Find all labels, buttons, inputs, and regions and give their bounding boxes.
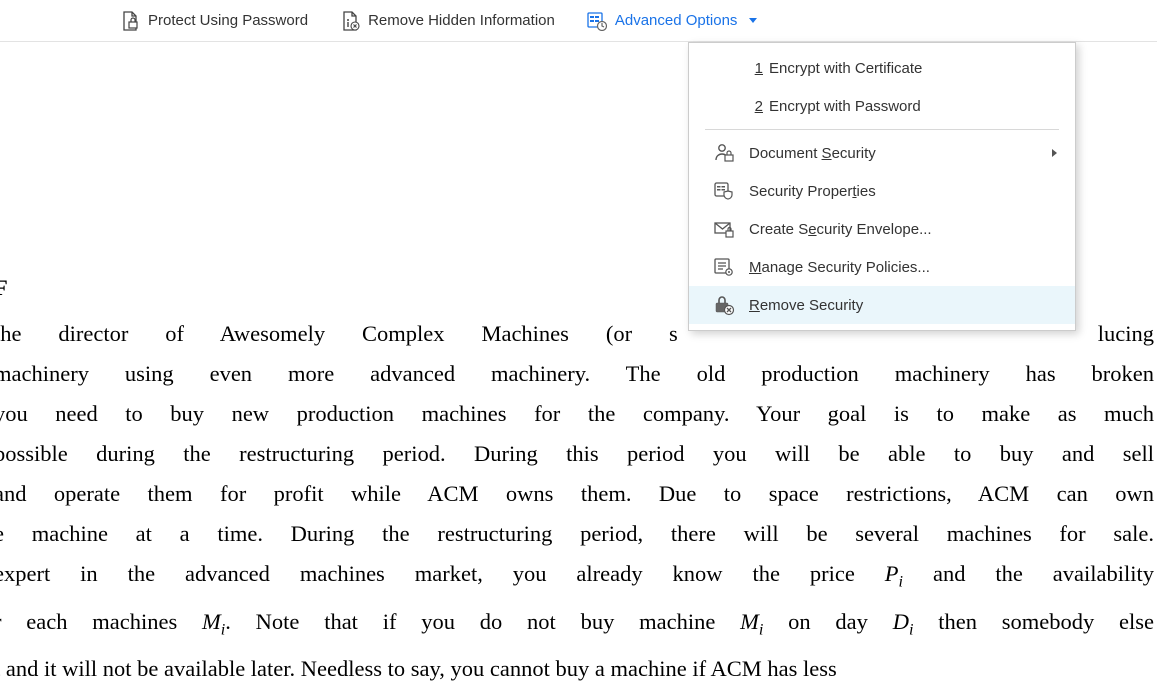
caret-down-icon (749, 18, 757, 23)
menu-label: Encrypt with Certificate (769, 60, 922, 77)
properties-shield-icon (711, 180, 737, 202)
protect-password-button[interactable]: Protect Using Password (120, 11, 308, 31)
menu-label: Encrypt with Password (769, 98, 921, 115)
menu-remove-security[interactable]: Remove Security (689, 286, 1075, 324)
menu-label: Document Security (749, 145, 876, 162)
menu-manage-security-policies[interactable]: Manage Security Policies... (689, 248, 1075, 286)
doc-line: and operate them for profit while ACM ow… (0, 474, 1154, 514)
menu-label: Manage Security Policies... (749, 259, 930, 276)
advanced-options-menu: 1 Encrypt with Certificate 2 Encrypt wit… (688, 42, 1076, 331)
submenu-arrow-icon (1052, 149, 1057, 157)
doc-line: you need to buy new production machines … (0, 394, 1154, 434)
advanced-options-icon (587, 11, 607, 31)
doc-line: t and it will not be available later. Ne… (0, 649, 1154, 689)
menu-separator (705, 129, 1059, 130)
menu-label: Security Properties (749, 183, 876, 200)
menu-encrypt-certificate[interactable]: 1 Encrypt with Certificate (689, 49, 1075, 87)
menu-number: 1 (749, 60, 763, 77)
menu-security-properties[interactable]: Security Properties (689, 172, 1075, 210)
doc-line: machinery using even more advanced machi… (0, 354, 1154, 394)
document-info-icon (340, 11, 360, 31)
document-lock-icon (120, 11, 140, 31)
remove-hidden-info-button[interactable]: Remove Hidden Information (340, 11, 555, 31)
menu-number: 2 (749, 98, 763, 115)
menu-encrypt-password[interactable]: 2 Encrypt with Password (689, 87, 1075, 125)
doc-line: possible during the restructuring period… (0, 434, 1154, 474)
document-content: F the director of Awesomely Complex Mach… (0, 268, 1154, 689)
menu-label: Remove Security (749, 297, 863, 314)
advanced-options-label: Advanced Options (615, 12, 738, 29)
doc-line: e machine at a time. During the restruct… (0, 514, 1154, 554)
menu-label: Create Security Envelope... (749, 221, 932, 238)
list-gear-icon (711, 256, 737, 278)
lock-remove-icon (711, 294, 737, 316)
remove-hidden-info-label: Remove Hidden Information (368, 12, 555, 29)
doc-line: expert in the advanced machines market, … (0, 554, 1154, 602)
user-lock-icon (711, 142, 737, 164)
protect-password-label: Protect Using Password (148, 12, 308, 29)
menu-create-security-envelope[interactable]: Create Security Envelope... (689, 210, 1075, 248)
envelope-lock-icon (711, 218, 737, 240)
protect-toolbar: Protect Using Password Remove Hidden Inf… (0, 0, 1157, 42)
doc-line: r each machines Mi. Note that if you do … (0, 602, 1154, 650)
menu-document-security[interactable]: Document Security (689, 134, 1075, 172)
advanced-options-button[interactable]: Advanced Options (587, 11, 758, 31)
